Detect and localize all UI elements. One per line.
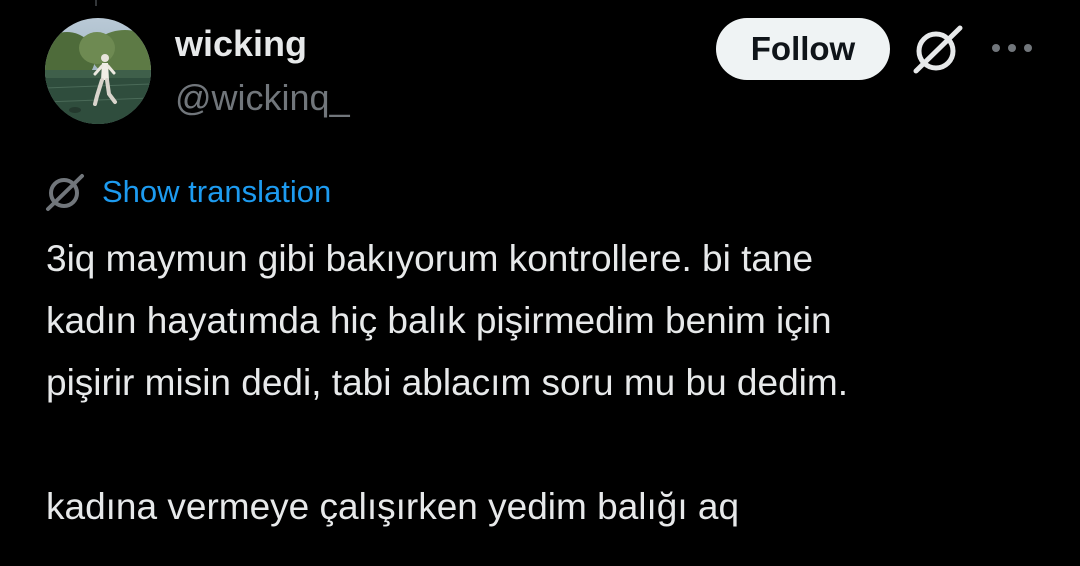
grok-icon-glyph (913, 25, 963, 74)
avatar-photo (45, 18, 151, 124)
tweet: wicking @wickinq_ Follow Show translatio… (0, 0, 1080, 566)
translation-row: Show translation (44, 170, 331, 214)
grok-translate-glyph (46, 174, 84, 211)
tweet-text-line: kadın hayatımda hiç balık pişirmedim ben… (46, 300, 832, 341)
tweet-text-line: 3iq maymun gibi bakıyorum kontrollere. b… (46, 238, 814, 279)
more-horizontal-icon[interactable] (990, 40, 1034, 56)
thread-connector-line (95, 0, 97, 6)
grok-translate-icon (44, 171, 86, 213)
tweet-text: 3iq maymun gibi bakıyorum kontrollere. b… (46, 228, 1056, 538)
tweet-text-line: pişirir misin dedi, tabi ablacım soru mu… (46, 362, 848, 403)
show-translation-link[interactable]: Show translation (102, 174, 331, 210)
grok-icon[interactable] (910, 22, 966, 76)
follow-button[interactable]: Follow (716, 18, 890, 80)
author-display-name[interactable]: wicking (175, 22, 307, 66)
avatar[interactable] (45, 18, 151, 124)
tweet-text-line: kadına vermeye çalışırken yedim balığı a… (46, 486, 740, 527)
author-handle[interactable]: @wickinq_ (175, 76, 350, 120)
paragraph-break (46, 414, 1056, 476)
more-dots-glyph (992, 44, 1032, 52)
